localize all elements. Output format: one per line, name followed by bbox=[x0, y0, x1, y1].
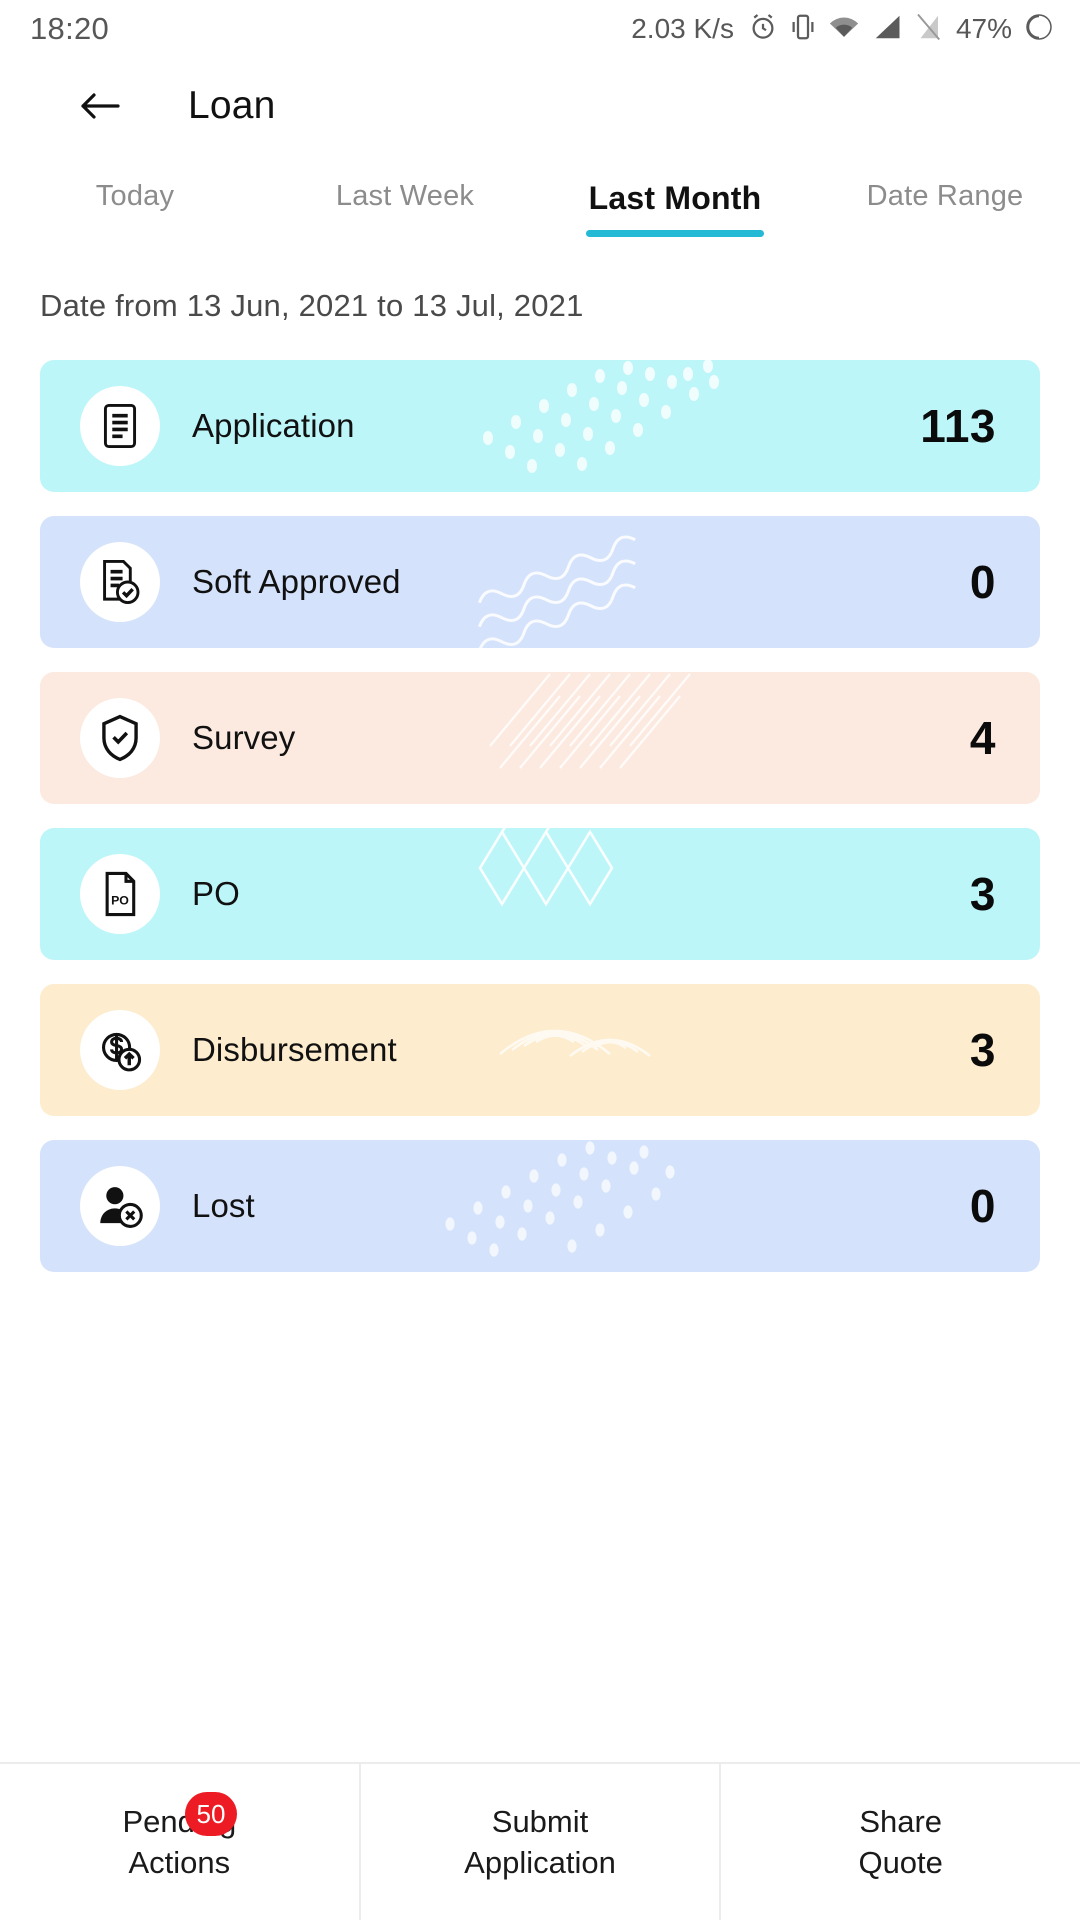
dots-decoration bbox=[445, 1141, 675, 1257]
stat-card-soft-approved[interactable]: Soft Approved 0 bbox=[40, 516, 1040, 648]
tab-label: Last Month bbox=[588, 180, 762, 216]
card-value: 3 bbox=[969, 868, 996, 920]
wifi-icon bbox=[828, 12, 860, 47]
battery-percent-label: 47% bbox=[955, 13, 1012, 44]
card-value: 3 bbox=[969, 1024, 996, 1076]
card-label: Soft Approved bbox=[192, 563, 401, 600]
svg-text:PO: PO bbox=[111, 893, 129, 907]
stats-card-list: Application 113 Soft Approved 0 Survey 4… bbox=[0, 324, 1080, 1272]
card-label: Application bbox=[192, 407, 355, 444]
card-icon-circle bbox=[80, 1010, 160, 1090]
card-icon-circle bbox=[80, 1166, 160, 1246]
bottom-action-label-line2: Quote bbox=[858, 1845, 943, 1880]
card-label: Lost bbox=[192, 1187, 255, 1224]
back-button[interactable] bbox=[74, 80, 126, 132]
status-icons-group: 2.03 K/s 47% bbox=[631, 12, 1054, 47]
bottom-action-pending-actions[interactable]: Pending Actions 50 bbox=[0, 1764, 359, 1920]
app-bar: Loan bbox=[0, 58, 1080, 154]
card-label: Disbursement bbox=[192, 1031, 397, 1068]
card-value: 113 bbox=[920, 400, 996, 452]
date-range-text: Date from 13 Jun, 2021 to 13 Jul, 2021 bbox=[40, 288, 584, 323]
arrow-left-icon bbox=[81, 93, 120, 119]
status-time: 18:20 bbox=[30, 11, 110, 46]
waves-decoration bbox=[478, 535, 636, 648]
tab-last-week[interactable]: Last Week bbox=[270, 172, 540, 213]
diamond-decoration bbox=[478, 828, 614, 907]
period-tabs: Today Last Week Last Month Date Range bbox=[0, 172, 1080, 242]
card-value: 0 bbox=[969, 1180, 996, 1232]
bottom-action-submit-application[interactable]: Submit Application bbox=[358, 1764, 720, 1920]
stat-card-survey[interactable]: Survey 4 bbox=[40, 672, 1040, 804]
vibrate-icon bbox=[790, 12, 816, 47]
card-icon-circle bbox=[80, 542, 160, 622]
card-value: 4 bbox=[969, 712, 996, 764]
network-speed-label: 2.03 K/s bbox=[631, 13, 734, 44]
card-icon-circle bbox=[80, 386, 160, 466]
tab-label: Date Range bbox=[866, 180, 1024, 212]
stat-card-disbursement[interactable]: Disbursement 3 bbox=[40, 984, 1040, 1116]
pending-actions-badge: 50 bbox=[185, 1792, 237, 1836]
stat-card-po[interactable]: PO PO 3 bbox=[40, 828, 1040, 960]
status-bar: 18:20 2.03 K/s 47% bbox=[0, 0, 1080, 58]
sim-icon bbox=[914, 12, 942, 47]
stat-card-application[interactable]: Application 113 bbox=[40, 360, 1040, 492]
battery-icon bbox=[1024, 12, 1054, 47]
arcs-decoration bbox=[499, 1029, 651, 1058]
bottom-action-label-line2: Application bbox=[464, 1845, 616, 1880]
dots-decoration bbox=[483, 360, 719, 473]
card-icon-circle bbox=[80, 698, 160, 778]
document-check-icon bbox=[103, 559, 140, 605]
tab-last-month[interactable]: Last Month bbox=[540, 172, 810, 237]
bottom-action-label-line2: Actions bbox=[128, 1845, 231, 1880]
tab-today[interactable]: Today bbox=[0, 172, 270, 213]
tab-date-range[interactable]: Date Range bbox=[810, 172, 1080, 213]
page-title: Loan bbox=[188, 84, 276, 127]
tab-label: Last Week bbox=[335, 180, 475, 212]
hatch-decoration bbox=[489, 673, 691, 769]
bottom-action-share-quote[interactable]: Share Quote bbox=[719, 1764, 1080, 1920]
alarm-icon bbox=[748, 12, 778, 47]
po-file-icon: PO bbox=[105, 871, 136, 917]
active-tab-indicator bbox=[586, 230, 764, 237]
bottom-action-bar: Pending Actions 50 Submit Application Sh… bbox=[0, 1762, 1080, 1920]
card-value: 0 bbox=[969, 556, 996, 608]
bottom-action-label-line1: Submit bbox=[491, 1803, 589, 1839]
bottom-action-label-line1: Share bbox=[859, 1803, 943, 1839]
card-label: Survey bbox=[192, 719, 296, 756]
shield-check-icon bbox=[102, 714, 138, 762]
document-lines-icon bbox=[103, 403, 137, 449]
tab-label: Today bbox=[95, 180, 175, 212]
user-x-icon bbox=[100, 1187, 143, 1228]
signal-icon bbox=[872, 12, 902, 47]
stat-card-lost[interactable]: Lost 0 bbox=[40, 1140, 1040, 1272]
card-icon-circle: PO bbox=[80, 854, 160, 934]
money-up-icon bbox=[102, 1032, 142, 1072]
card-label: PO bbox=[192, 875, 240, 912]
